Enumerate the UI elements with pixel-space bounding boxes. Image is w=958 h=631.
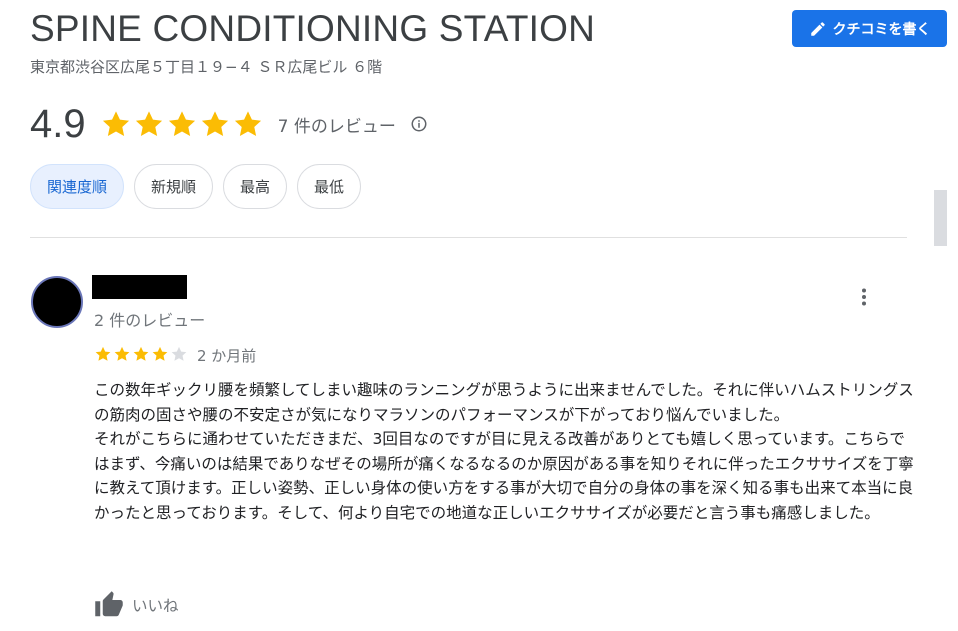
star-icon	[201, 111, 228, 136]
chip-label: 最高	[240, 178, 271, 196]
like-label: いいね	[132, 597, 179, 615]
review-count[interactable]: 7 件のレビュー	[278, 112, 396, 137]
rating-summary: 4.9 7 件のレビュー	[30, 98, 428, 150]
review-text: この数年ギックリ腰を頻繁してしまい趣味のランニングが思うように出来ませんでした。…	[94, 378, 914, 525]
avatar[interactable]	[31, 276, 83, 328]
write-review-label: クチコミを書く	[832, 21, 931, 38]
reviewer-review-count[interactable]: 2 件のレビュー	[94, 307, 205, 331]
rating-stars	[100, 108, 264, 140]
scrollbar-thumb[interactable]	[934, 190, 947, 246]
chip-label: 関連度順	[47, 178, 108, 196]
write-review-button[interactable]: クチコミを書く	[792, 10, 947, 47]
star-icon	[95, 346, 111, 361]
review-paragraph: この数年ギックリ腰を頻繁してしまい趣味のランニングが思うように出来ませんでした。…	[94, 381, 914, 424]
review-paragraph: それがこちらに通わせていただきまだ、3回目なのですが目に見える改善がありとても嬉…	[94, 430, 914, 522]
sort-chip-relevance[interactable]: 関連度順	[30, 164, 125, 209]
rating-score: 4.9	[30, 101, 86, 146]
sort-chips: 関連度順 新規順 最高 最低	[30, 164, 362, 209]
divider	[30, 237, 907, 238]
chip-label: 最低	[314, 178, 345, 196]
place-title: SPINE CONDITIONING STATION	[30, 8, 596, 49]
like-button[interactable]: いいね	[94, 590, 179, 620]
sort-chip-newest[interactable]: 新規順	[134, 164, 214, 209]
sort-chip-highest[interactable]: 最高	[223, 164, 288, 209]
review-stars	[94, 345, 188, 363]
star-icon	[133, 346, 149, 361]
more-vert-icon[interactable]	[852, 285, 876, 309]
review-date: 2 か月前	[197, 347, 257, 365]
redacted-reviewer-name[interactable]	[92, 275, 187, 299]
chip-label: 新規順	[151, 178, 197, 196]
star-empty-icon	[171, 346, 187, 361]
sort-chip-lowest[interactable]: 最低	[297, 164, 362, 209]
thumbs-up-icon	[95, 591, 123, 617]
info-icon[interactable]	[410, 115, 428, 133]
star-icon	[234, 111, 261, 136]
star-icon	[135, 111, 162, 136]
star-icon	[114, 346, 130, 361]
star-icon	[102, 111, 129, 136]
pencil-icon	[810, 21, 825, 36]
star-icon	[152, 346, 168, 361]
place-address: 東京都渋谷区広尾５丁目１９−４ ＳＲ広尾ビル ６階	[30, 58, 383, 76]
star-icon	[168, 111, 195, 136]
